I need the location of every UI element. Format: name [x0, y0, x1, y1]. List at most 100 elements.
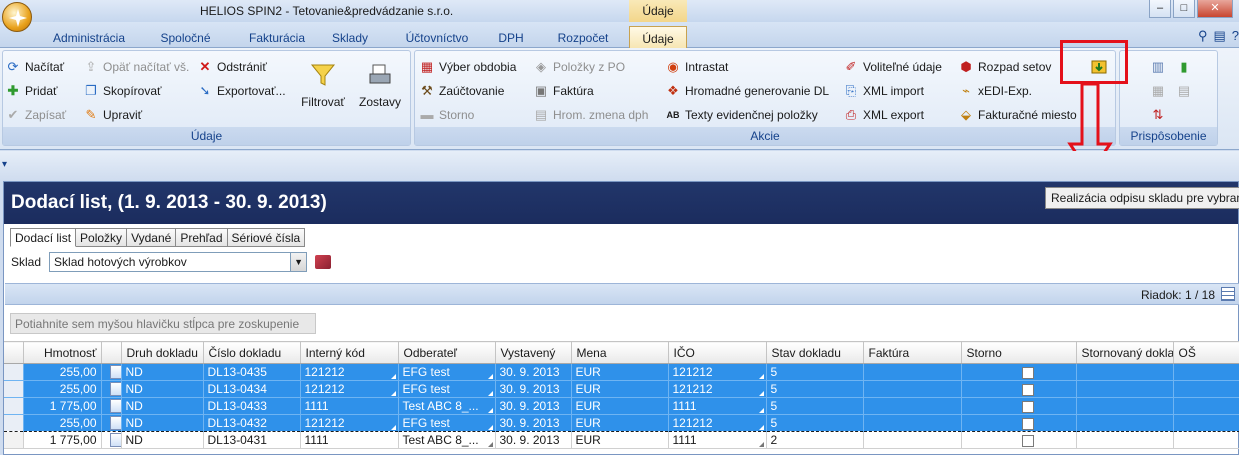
subtab-vydane[interactable]: Vydané	[127, 228, 177, 247]
tab-rozpocet[interactable]: Rozpočet	[550, 26, 616, 48]
table-row[interactable]: 255,00 ND DL13-0434 121212 EFG test 30. …	[4, 380, 1239, 398]
cell-ico: 121212	[668, 414, 767, 432]
eraser-icon[interactable]	[315, 255, 332, 269]
opat-nacitat-button[interactable]: ⇪ Opäť načítať vš.	[83, 57, 190, 77]
layout-button-3[interactable]: ▦	[1150, 81, 1166, 101]
storno-checkbox[interactable]	[1021, 434, 1034, 447]
collapse-chevron-icon[interactable]: ▾	[2, 159, 7, 170]
header-stornovany-doklad[interactable]: Stornovaný doklad	[1076, 341, 1174, 364]
table-row[interactable]: 255,00 ND DL13-0432 121212 EFG test 30. …	[4, 414, 1239, 432]
hrom-zmena-dph-label: Hrom. zmena dph	[553, 108, 649, 122]
polozky-z-po-button[interactable]: ◈ Položky z PO	[533, 57, 625, 77]
header-cislo-dokladu[interactable]: Číslo dokladu	[203, 341, 301, 364]
storno-checkbox[interactable]	[1021, 383, 1034, 396]
cell-stav: 5	[766, 414, 864, 432]
subtab-seriove-cisla[interactable]: Sériové čísla	[227, 228, 306, 247]
header-stav-dokladu[interactable]: Stav dokladu	[766, 341, 864, 364]
zauctovanie-button[interactable]: ⚒ Zaúčtovanie	[419, 81, 504, 101]
hromadne-generovanie-button[interactable]: ❖ Hromadné generovanie DL	[665, 81, 829, 101]
subtab-polozky[interactable]: Položky	[76, 228, 128, 247]
cell-hmotnost: 255,00	[23, 363, 102, 381]
layout-button-4[interactable]: ▤	[1176, 81, 1192, 101]
app-menu-button[interactable]	[2, 2, 32, 32]
header-druh-dokladu[interactable]: Druh dokladu	[121, 341, 204, 364]
tab-udaje[interactable]: Údaje	[629, 26, 687, 48]
subtab-prehlad[interactable]: Prehľad	[176, 228, 228, 247]
header-storno[interactable]: Storno	[961, 341, 1077, 364]
minimize-button[interactable]: –	[1149, 0, 1171, 18]
xml-export-label: XML export	[863, 108, 924, 122]
cell-ico: 121212	[668, 380, 767, 398]
sklad-select[interactable]: Sklad hotových výrobkov ▼	[49, 252, 308, 272]
xml-export-button[interactable]: ⎙ XML export	[843, 105, 924, 125]
ribbon-group-udaje: ⟳ Načítať ⇪ Opäť načítať vš. ✕ Odstrániť ✚ P…	[2, 50, 411, 146]
header-ico[interactable]: IČO	[668, 341, 767, 364]
skopirovat-button[interactable]: ❐ Skopírovať	[83, 81, 161, 101]
table-row[interactable]: 1 775,00 ND DL13-0431 1111 Test ABC 8_..…	[4, 431, 1239, 449]
tab-dph[interactable]: DPH	[490, 26, 532, 48]
add-icon: ✚	[7, 83, 19, 98]
header-os[interactable]: OŠ	[1173, 341, 1239, 364]
document-type-icon	[109, 416, 120, 431]
group-by-panel[interactable]: Potiahnite sem myšou hlavičku stĺpca pre…	[10, 313, 316, 334]
header-interny-kod[interactable]: Interný kód	[300, 341, 399, 364]
tab-administracia[interactable]: Administrácia	[45, 26, 133, 48]
header-odberatel[interactable]: Odberateľ	[398, 341, 496, 364]
upravit-button[interactable]: ✎ Upraviť	[83, 105, 143, 125]
row-indicator[interactable]	[4, 397, 24, 415]
subtab-dodaci-list[interactable]: Dodací list	[10, 228, 77, 247]
vyber-obdobia-button[interactable]: ▦ Výber obdobia	[419, 57, 517, 77]
row-indicator[interactable]	[4, 431, 24, 449]
tab-fakturacia[interactable]: Fakturácia	[237, 26, 317, 48]
tab-sklady[interactable]: Sklady	[320, 26, 380, 48]
grid-settings-icon[interactable]	[1221, 287, 1235, 301]
zostavy-button[interactable]: Zostavy	[357, 59, 403, 109]
xedi-exp-button[interactable]: ⌁ xEDI-Exp.	[958, 81, 1032, 101]
search-icon[interactable]: ⚲	[1198, 28, 1208, 44]
help-icon[interactable]: ?	[1232, 28, 1239, 44]
header-vystaveny[interactable]: Vystavený	[495, 341, 572, 364]
cell-stornovany	[1076, 380, 1174, 398]
storno-button[interactable]: ▬ Storno	[419, 105, 475, 125]
tab-spolocne[interactable]: Spoločné	[148, 26, 223, 48]
header-faktura[interactable]: Faktúra	[863, 341, 962, 364]
rozpad-setov-button[interactable]: ⬢ Rozpad setov	[958, 57, 1051, 77]
table-row[interactable]: 1 775,00 ND DL13-0433 1111 Test ABC 8_..…	[4, 397, 1239, 415]
storno-checkbox[interactable]	[1021, 417, 1034, 430]
exportovat-button[interactable]: ➘ Exportovať...	[197, 81, 286, 101]
header-mena[interactable]: Mena	[571, 341, 669, 364]
layout-button-1[interactable]: ▥	[1150, 57, 1166, 77]
context-tab-title: Údaje	[629, 0, 687, 22]
nacitat-button[interactable]: ⟳ Načítať	[5, 57, 65, 77]
intrastat-button[interactable]: ◉ Intrastat	[665, 57, 728, 77]
rozpad-setov-label: Rozpad setov	[978, 60, 1052, 74]
title-bar: HELIOS SPIN2 - Tetovanie&predvádzanie s.…	[0, 0, 1239, 22]
cell-icon	[101, 431, 122, 449]
header-hmotnost[interactable]: Hmotnosť	[23, 341, 102, 364]
layout-button-5[interactable]: ⇅	[1150, 105, 1166, 125]
chevron-down-icon[interactable]: ▼	[290, 253, 307, 271]
storno-checkbox[interactable]	[1021, 366, 1034, 379]
document-icon[interactable]: ▤	[1213, 28, 1225, 44]
hrom-zmena-dph-button[interactable]: ▤ Hrom. zmena dph	[533, 105, 649, 125]
layout-button-2[interactable]: ▮	[1176, 57, 1192, 77]
faktura-button[interactable]: ▣ Faktúra	[533, 81, 594, 101]
close-button[interactable]: ✕	[1197, 0, 1233, 18]
texty-evidencnej-label: Texty evidenčnej položky	[685, 108, 818, 122]
tab-uctovnictvo[interactable]: Účtovníctvo	[394, 26, 480, 48]
row-indicator[interactable]	[4, 414, 24, 432]
row-indicator[interactable]	[4, 380, 24, 398]
zapisat-button[interactable]: ✔ Zapísať	[5, 105, 67, 125]
row-indicator[interactable]	[4, 363, 24, 381]
maximize-button[interactable]: □	[1173, 0, 1195, 18]
fakturacne-miesto-button[interactable]: ⬙ Fakturačné miesto	[958, 105, 1077, 125]
pridat-button[interactable]: ✚ Pridať	[5, 81, 58, 101]
xml-import-button[interactable]: ⎘ XML import	[843, 81, 924, 101]
reports-printer-icon	[364, 59, 396, 91]
filtrovat-button[interactable]: Filtrovať	[300, 59, 346, 109]
texty-evidencnej-button[interactable]: AB Texty evidenčnej položky	[665, 105, 818, 125]
volitelne-udaje-button[interactable]: ✐ Voliteľné údaje	[843, 57, 942, 77]
storno-checkbox[interactable]	[1021, 400, 1034, 413]
table-row[interactable]: 255,00 ND DL13-0435 121212 EFG test 30. …	[4, 363, 1239, 381]
odstranit-button[interactable]: ✕ Odstrániť	[197, 57, 267, 77]
